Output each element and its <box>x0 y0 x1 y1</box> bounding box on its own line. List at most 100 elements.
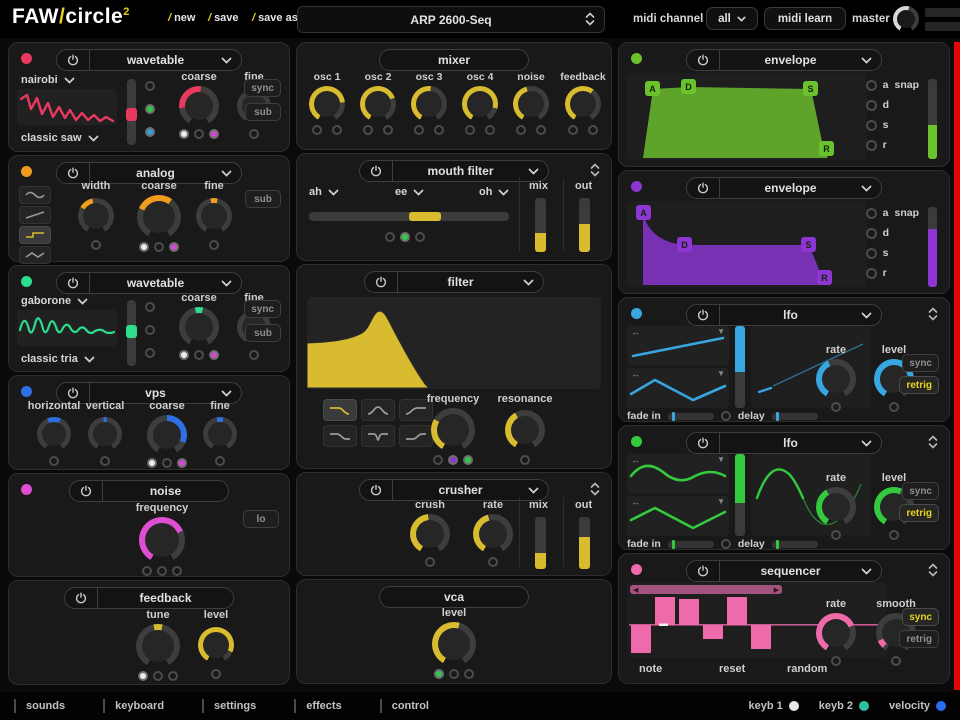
mod-dot[interactable] <box>414 125 424 135</box>
tune-knob[interactable] <box>136 624 180 668</box>
mod-dot[interactable] <box>145 348 155 358</box>
fine-knob[interactable] <box>203 417 237 451</box>
mod-dot[interactable] <box>866 208 877 219</box>
mod-dot[interactable] <box>249 129 259 139</box>
envelope1-dropdown[interactable]: envelope <box>720 53 861 67</box>
lfo1-dropdown[interactable]: lfo <box>720 308 861 322</box>
osc1-type-dropdown[interactable]: wavetable <box>90 53 221 67</box>
decay-handle[interactable]: D <box>681 79 696 94</box>
mod-dot[interactable] <box>145 104 155 114</box>
crusher-dropdown[interactable]: crusher <box>393 483 528 497</box>
mod-dot[interactable] <box>464 669 474 679</box>
mod-dot[interactable] <box>209 129 219 139</box>
mod-dot[interactable] <box>891 656 901 666</box>
mod-dot[interactable] <box>448 455 458 465</box>
delay-slider[interactable] <box>772 413 818 420</box>
mod-dot[interactable] <box>145 325 155 335</box>
mod-dot[interactable] <box>866 248 877 259</box>
mod-dot[interactable] <box>142 566 152 576</box>
mod-dot[interactable] <box>449 669 459 679</box>
lfo1-mix-slider[interactable] <box>735 326 745 408</box>
mod-dot[interactable] <box>415 232 425 242</box>
keyb2-source[interactable]: keyb 2 <box>819 700 869 712</box>
mod-dot[interactable] <box>889 530 899 540</box>
vowel3-dropdown[interactable]: oh <box>479 186 509 198</box>
rate-knob[interactable] <box>816 613 856 653</box>
expand-icon[interactable] <box>590 482 600 496</box>
note-label[interactable]: note <box>639 663 662 675</box>
square-shape-button[interactable] <box>19 226 51 244</box>
bandpass-button[interactable] <box>361 399 395 421</box>
osc4-level-knob[interactable] <box>462 86 498 122</box>
sine-shape-button[interactable] <box>19 186 51 204</box>
resonance-knob[interactable] <box>505 410 545 450</box>
mod-dot[interactable] <box>588 125 598 135</box>
mod-dot[interactable] <box>194 350 204 360</box>
out-slider[interactable] <box>579 198 590 252</box>
feedback-level-knob[interactable] <box>565 86 601 122</box>
filter-response-display[interactable] <box>307 297 601 389</box>
notch-button[interactable] <box>361 425 395 447</box>
tab-settings[interactable]: settings <box>202 699 256 713</box>
tab-effects[interactable]: effects <box>294 699 341 713</box>
mix-slider[interactable] <box>535 517 546 569</box>
mod-dot[interactable] <box>145 81 155 91</box>
sync-button[interactable]: sync <box>244 300 281 318</box>
power-icon[interactable] <box>57 273 90 293</box>
lo-button[interactable]: lo <box>243 510 279 528</box>
mod-dot[interactable] <box>332 125 342 135</box>
power-icon[interactable] <box>360 161 393 181</box>
velocity-source[interactable]: velocity <box>889 700 946 712</box>
mod-dot[interactable] <box>520 455 530 465</box>
master-volume-knob[interactable] <box>893 6 919 32</box>
power-icon[interactable] <box>365 272 398 292</box>
delay-slider[interactable] <box>772 541 818 548</box>
mod-dot[interactable] <box>866 80 877 91</box>
mod-dot[interactable] <box>485 125 495 135</box>
power-icon[interactable] <box>360 480 393 500</box>
save-as-button[interactable]: /save as <box>252 12 298 24</box>
keytrack-dots[interactable] <box>145 81 155 137</box>
expand-icon[interactable] <box>928 307 938 321</box>
mod-dot[interactable] <box>831 656 841 666</box>
lfo2-mix-slider[interactable] <box>735 454 745 536</box>
mod-dot[interactable] <box>866 120 877 131</box>
mod-dot[interactable] <box>209 350 219 360</box>
vowel-morph-slider[interactable] <box>309 212 509 221</box>
save-button[interactable]: /save <box>208 12 239 24</box>
power-icon[interactable] <box>687 561 720 581</box>
mod-dot[interactable] <box>425 557 435 567</box>
mod-dot[interactable] <box>177 458 187 468</box>
power-icon[interactable] <box>687 178 720 198</box>
mod-dot[interactable] <box>866 100 877 111</box>
mod-dot[interactable] <box>831 530 841 540</box>
mod-dot[interactable] <box>721 539 731 549</box>
mod-dot[interactable] <box>139 242 149 252</box>
frequency-knob[interactable] <box>139 517 185 563</box>
triangle-shape-button[interactable] <box>19 246 51 264</box>
wave-dropdown[interactable]: classic saw <box>21 132 99 144</box>
mod-dot[interactable] <box>536 125 546 135</box>
mod-dot[interactable] <box>209 240 219 250</box>
midi-learn-button[interactable]: midi learn <box>764 7 846 30</box>
sequencer-dropdown[interactable]: sequencer <box>720 564 861 578</box>
mod-dot[interactable] <box>169 242 179 252</box>
coarse-knob[interactable] <box>179 86 219 126</box>
attack-handle[interactable]: A <box>645 81 660 96</box>
sustain-handle[interactable]: S <box>801 237 816 252</box>
retrig-button[interactable]: retrig <box>899 376 939 394</box>
release-handle[interactable]: R <box>817 270 832 285</box>
fade-in-slider[interactable] <box>668 413 714 420</box>
reset-button[interactable]: reset <box>719 663 745 675</box>
mod-dot[interactable] <box>866 268 877 279</box>
coarse-knob[interactable] <box>179 307 219 347</box>
osc4-type-dropdown[interactable]: vps <box>90 386 221 400</box>
vowel1-dropdown[interactable]: ah <box>309 186 339 198</box>
expand-icon[interactable] <box>928 435 938 449</box>
mod-dot[interactable] <box>147 458 157 468</box>
mod-dot[interactable] <box>168 671 178 681</box>
retrig-button[interactable]: retrig <box>899 630 939 648</box>
expand-icon[interactable] <box>590 163 600 177</box>
ramp-shape-button[interactable] <box>19 206 51 224</box>
mod-dot[interactable] <box>49 456 59 466</box>
